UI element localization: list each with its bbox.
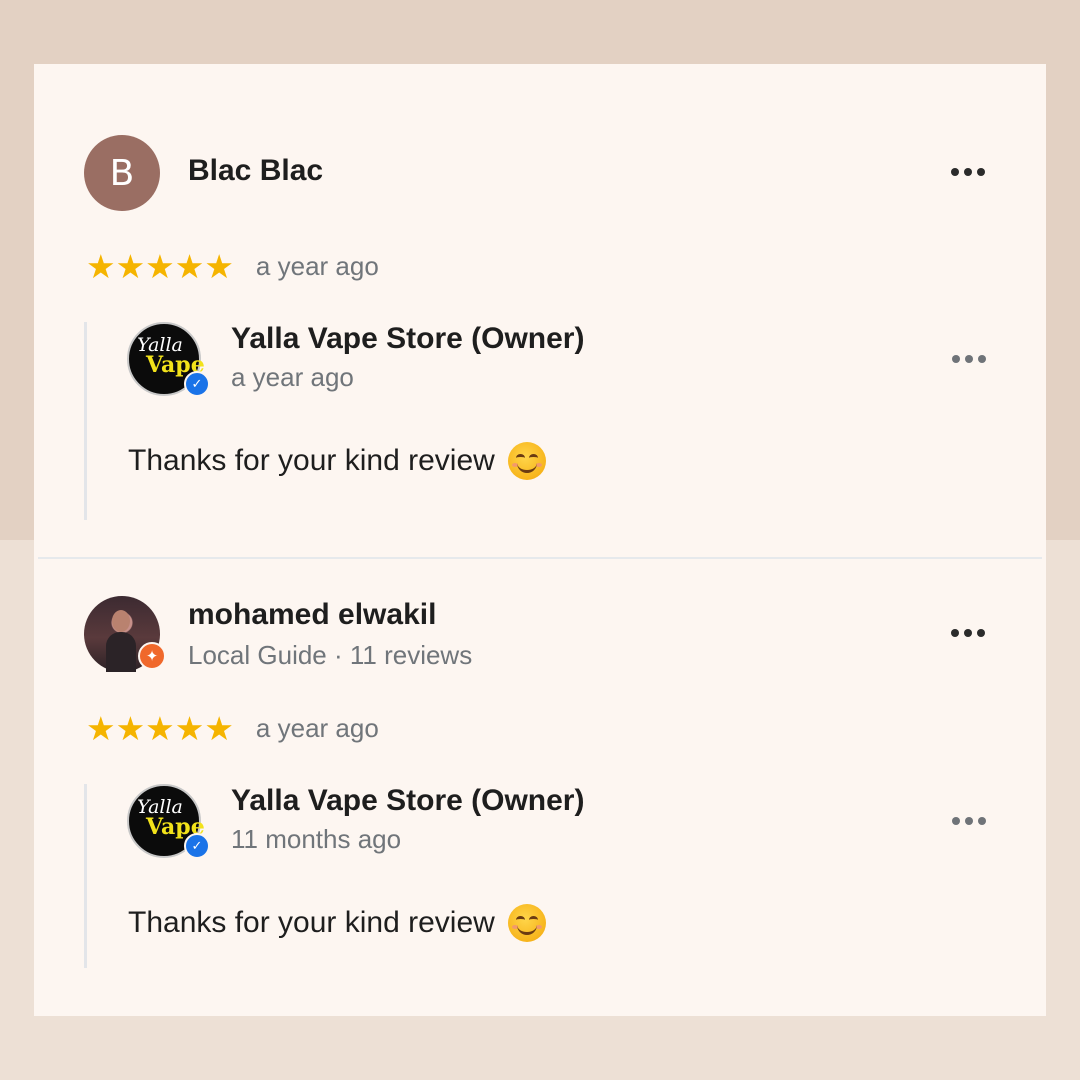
reviewer-avatar[interactable]: B	[84, 135, 160, 211]
more-options-icon	[951, 168, 959, 176]
more-options-icon	[951, 629, 959, 637]
owner-reply-text: Thanks for your kind review	[128, 442, 546, 480]
photo-body	[106, 632, 136, 672]
reviewer-name[interactable]: mohamed elwakil	[188, 598, 436, 632]
more-dot	[965, 355, 973, 363]
more-dot	[978, 817, 986, 825]
reviewer-name[interactable]: Blac Blac	[188, 154, 323, 188]
more-dot	[965, 817, 973, 825]
owner-reply-time: a year ago	[231, 362, 354, 392]
more-dot	[964, 168, 972, 176]
more-dot	[964, 629, 972, 637]
review-time: a year ago	[255, 251, 379, 281]
verified-check-icon: ✓	[184, 833, 210, 859]
photo-head	[112, 610, 130, 632]
smiling-face-emoji-icon	[507, 442, 546, 480]
owner-reply: Yalla Vape ✓ Yalla Vape Store (Owner) 11…	[84, 784, 1007, 968]
reply-more-button[interactable]	[933, 801, 1005, 841]
owner-name[interactable]: Yalla Vape Store (Owner)	[231, 784, 584, 818]
owner-avatar[interactable]: Yalla Vape ✓	[127, 322, 210, 397]
owner-reply-time: 11 months ago	[231, 824, 402, 854]
review-more-button[interactable]	[932, 152, 1004, 192]
reply-more-button[interactable]	[933, 339, 1005, 379]
star-rating: ★★★★★	[86, 248, 234, 285]
local-guide-badge-icon: ✦	[138, 642, 166, 670]
rating-row: ★★★★★ a year ago	[86, 712, 379, 745]
review-item: B Blac Blac ★★★★★ a year ago Yalla Vape …	[34, 64, 1046, 559]
more-dot	[977, 168, 985, 176]
star-rating: ★★★★★	[86, 710, 234, 747]
owner-name[interactable]: Yalla Vape Store (Owner)	[231, 322, 584, 356]
owner-reply: Yalla Vape ✓ Yalla Vape Store (Owner) a …	[84, 322, 1007, 520]
emoji-mouth	[516, 922, 537, 935]
emoji-mouth	[516, 460, 537, 473]
owner-reply-text: Thanks for your kind review	[128, 904, 546, 942]
more-dot	[977, 629, 985, 637]
smiling-face-emoji-icon	[507, 904, 546, 942]
review-more-button[interactable]	[932, 613, 1004, 653]
verified-check-icon: ✓	[184, 371, 210, 397]
more-options-icon	[952, 817, 960, 825]
more-options-icon	[952, 355, 960, 363]
review-time: a year ago	[255, 713, 379, 743]
more-dot	[978, 355, 986, 363]
review-item: ✦ mohamed elwakil Local Guide · 11 revie…	[34, 560, 1046, 1016]
reply-text-content: Thanks for your kind review	[128, 444, 495, 477]
reviewer-subtitle[interactable]: Local Guide · 11 reviews	[188, 640, 472, 671]
reply-text-content: Thanks for your kind review	[128, 906, 495, 939]
avatar-letter: B	[109, 152, 135, 194]
reviewer-avatar[interactable]: ✦	[84, 596, 166, 672]
owner-avatar[interactable]: Yalla Vape ✓	[127, 784, 210, 859]
review-divider	[38, 557, 1042, 559]
reviews-card: B Blac Blac ★★★★★ a year ago Yalla Vape …	[34, 64, 1046, 1016]
rating-row: ★★★★★ a year ago	[86, 250, 379, 283]
